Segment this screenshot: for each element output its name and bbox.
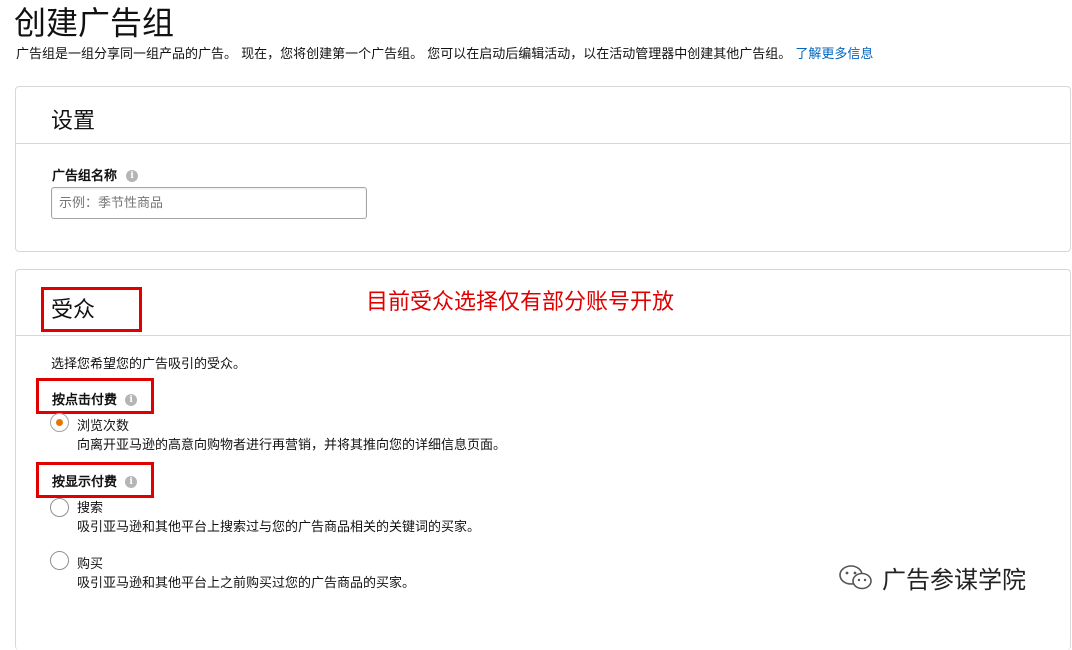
watermark-text: 广告参谋学院 — [882, 566, 1026, 594]
radio-purchase[interactable] — [50, 551, 69, 570]
audience-title-highlight — [41, 287, 142, 332]
option-search-label[interactable]: 搜索 — [77, 497, 103, 516]
option-purchase-description: 吸引亚马逊和其他平台上之前购买过您的广告商品的买家。 — [77, 576, 416, 591]
page-title: 创建广告组 — [14, 4, 175, 42]
option-views-label[interactable]: 浏览次数 — [77, 415, 129, 434]
cpm-group-highlight — [36, 462, 154, 498]
ad-group-name-input[interactable] — [51, 187, 367, 219]
annotation-text: 目前受众选择仅有部分账号开放 — [366, 290, 675, 315]
option-purchase-label[interactable]: 购买 — [77, 553, 103, 572]
option-search-description: 吸引亚马逊和其他平台上搜索过与您的广告商品相关的关键词的买家。 — [77, 520, 481, 535]
audience-prompt: 选择您希望您的广告吸引的受众。 — [51, 357, 247, 372]
watermark: 广告参谋学院 — [838, 560, 1026, 595]
settings-card: 设置 广告组名称 i — [15, 86, 1071, 252]
cpc-group-highlight — [36, 378, 154, 414]
ad-group-name-label: 广告组名称 — [52, 169, 118, 184]
option-views-description: 向离开亚马逊的高意向购物者进行再营销，并将其推向您的详细信息页面。 — [77, 438, 507, 453]
learn-more-link[interactable]: 了解更多信息 — [795, 47, 873, 62]
settings-card-header: 设置 — [16, 87, 1070, 144]
settings-title: 设置 — [51, 109, 96, 134]
radio-views[interactable] — [50, 413, 69, 432]
ad-group-name-label-row: 广告组名称 i — [52, 165, 139, 184]
audience-card-header: 受众 目前受众选择仅有部分账号开放 — [16, 270, 1070, 336]
wechat-icon — [839, 564, 872, 589]
page-subtitle: 广告组是一组分享同一组产品的广告。 现在，您将创建第一个广告组。 您可以在启动后… — [16, 46, 873, 64]
info-icon[interactable]: i — [126, 169, 139, 182]
subtitle-text: 广告组是一组分享同一组产品的广告。 现在，您将创建第一个广告组。 您可以在启动后… — [16, 47, 792, 62]
radio-search[interactable] — [50, 498, 69, 517]
